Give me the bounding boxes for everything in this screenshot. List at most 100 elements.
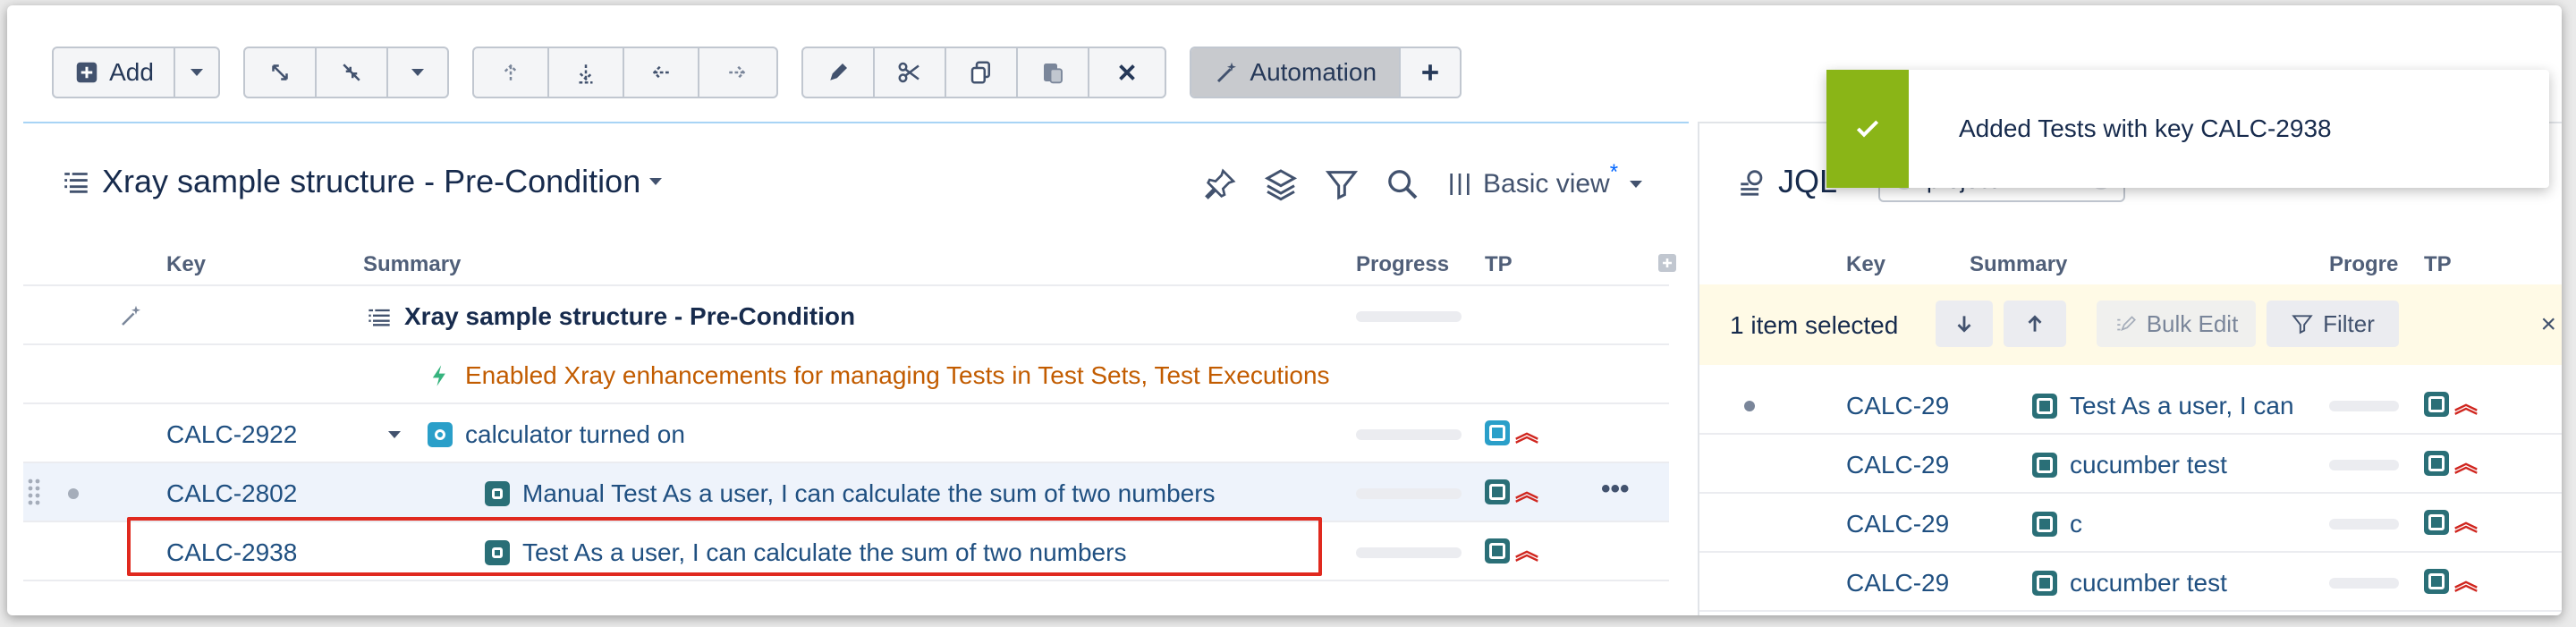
page-title: Xray sample structure - Pre-Condition [102, 163, 641, 199]
precondition-icon [1485, 420, 1510, 445]
list-item[interactable]: CALC-29 c ︽ [1699, 494, 2562, 553]
search-icon[interactable] [1385, 166, 1420, 202]
column-header-progress[interactable]: Progress [1356, 252, 1449, 277]
add-automation-button[interactable] [1401, 48, 1460, 97]
view-name: Basic view * [1483, 160, 1618, 199]
structure-title-dropdown[interactable]: Xray sample structure - Pre-Condition [61, 163, 663, 200]
test-icon [2424, 510, 2449, 535]
lightning-icon [432, 365, 445, 386]
magic-wand-icon [122, 305, 140, 326]
issue-summary-link[interactable]: Test As a user, I can [2070, 392, 2294, 420]
delete-button[interactable] [1089, 48, 1165, 97]
selection-bar: 1 item selected Bulk Edit Filter × [1699, 284, 2562, 365]
priority-highest-icon: ︽ [2454, 450, 2479, 477]
issue-key-link[interactable]: CALC-2922 [166, 420, 297, 449]
move-group [472, 47, 778, 98]
chevron-down-icon[interactable] [388, 431, 401, 438]
precondition-icon [428, 422, 453, 447]
table-row[interactable]: Xray sample structure - Pre-Condition [23, 286, 1669, 345]
plus-icon [1422, 64, 1438, 80]
test-icon [2424, 451, 2449, 476]
bulk-edit-button[interactable]: Bulk Edit [2097, 301, 2256, 347]
selection-count: 1 item selected [1730, 311, 1899, 339]
column-header-tp[interactable]: TP [2424, 252, 2452, 277]
issue-summary-link[interactable]: cucumber test [2070, 569, 2227, 597]
priority-highest-icon: ︽ [2454, 568, 2479, 595]
structure-icon [369, 309, 390, 326]
issue-summary-link[interactable]: calculator turned on [465, 420, 685, 449]
chevron-down-icon [191, 69, 203, 76]
column-header-tp[interactable]: TP [1485, 252, 1513, 277]
view-modified-marker: * [1609, 160, 1619, 184]
bulk-edit-icon [2116, 316, 2136, 332]
row-summary: cucumber test [2032, 451, 2227, 479]
table-row[interactable]: CALC-2922 calculator turned on ︽ [23, 404, 1669, 463]
move-left-button[interactable] [624, 48, 699, 97]
table-row[interactable]: CALC-2802 Manual Test As a user, I can c… [23, 463, 1669, 522]
row-summary: Xray sample structure - Pre-Condition [367, 302, 855, 331]
move-down-button[interactable] [1936, 301, 1993, 347]
issue-key-link[interactable]: CALC-29 [1846, 510, 1949, 538]
column-header-key[interactable]: Key [166, 252, 206, 277]
test-priority: ︽ [1485, 420, 1538, 445]
arrow-left-icon [652, 65, 669, 80]
priority-highest-icon: ︽ [2454, 509, 2479, 536]
priority-highest-icon: ︽ [1515, 419, 1539, 446]
edit-button[interactable] [803, 48, 875, 97]
column-header-progress[interactable]: Progre [2329, 252, 2415, 277]
issue-key-link[interactable]: CALC-29 [1846, 392, 1949, 420]
cut-button[interactable] [875, 48, 946, 97]
test-priority: ︽ [2424, 392, 2478, 417]
row-summary-text: Enabled Xray enhancements for managing T… [465, 361, 1330, 389]
expand-button[interactable] [245, 48, 317, 97]
add-button[interactable]: Add [54, 48, 175, 97]
filter-label: Filter [2323, 309, 2375, 337]
move-down-button[interactable] [549, 48, 624, 97]
row-bullet-icon [68, 488, 79, 499]
drag-handle-icon[interactable] [27, 478, 41, 508]
progress-bar [2329, 460, 2399, 470]
issue-summary-link[interactable]: Manual Test As a user, I can calculate t… [522, 479, 1216, 508]
bulk-edit-label: Bulk Edit [2146, 309, 2239, 337]
table-row[interactable]: Enabled Xray enhancements for managing T… [23, 345, 1669, 404]
add-column-icon[interactable] [1657, 252, 1678, 274]
issue-summary-link[interactable]: c [2070, 510, 2082, 538]
row-summary: Manual Test As a user, I can calculate t… [485, 479, 1216, 508]
automation-button-label: Automation [1250, 58, 1377, 86]
scissors-icon [898, 62, 919, 83]
add-dropdown-button[interactable] [175, 48, 218, 97]
issue-key-link[interactable]: CALC-29 [1846, 569, 1949, 597]
automation-button[interactable]: Automation [1191, 48, 1402, 97]
column-header-summary[interactable]: Summary [1970, 252, 2067, 277]
pin-icon[interactable] [1202, 166, 1238, 202]
issue-key-link[interactable]: CALC-2802 [166, 479, 297, 508]
close-icon[interactable]: × [2540, 309, 2556, 340]
paste-button[interactable] [1018, 48, 1089, 97]
expand-collapse-group [243, 47, 449, 98]
progress-bar [2329, 401, 2399, 411]
filter-icon[interactable] [1324, 166, 1360, 202]
priority-highest-icon: ︽ [1515, 479, 1539, 505]
copy-button[interactable] [946, 48, 1018, 97]
issue-summary-link[interactable]: cucumber test [2070, 451, 2227, 479]
issue-key-link[interactable]: CALC-29 [1846, 451, 1949, 479]
move-up-button[interactable] [2004, 301, 2066, 347]
list-item[interactable]: CALC-29 cucumber test ︽ [1699, 435, 2562, 494]
arrow-down-icon [579, 64, 593, 84]
test-icon [2032, 512, 2057, 537]
test-icon [2424, 392, 2449, 417]
layers-icon[interactable] [1263, 166, 1299, 202]
test-priority: ︽ [1485, 479, 1538, 504]
filter-button[interactable]: Filter [2267, 301, 2399, 347]
move-up-button[interactable] [474, 48, 549, 97]
move-right-button[interactable] [699, 48, 775, 97]
column-header-key[interactable]: Key [1846, 252, 1885, 277]
list-item[interactable]: CALC-29 Test As a user, I can ︽ [1699, 376, 2562, 435]
collapse-button[interactable] [317, 48, 388, 97]
chevron-down-icon [1629, 181, 1642, 188]
list-item[interactable]: CALC-29 cucumber test ︽ [1699, 553, 2562, 612]
more-actions-icon[interactable]: ••• [1601, 474, 1630, 504]
view-selector[interactable]: Basic view * [1445, 160, 1642, 199]
expand-dropdown-button[interactable] [388, 48, 447, 97]
column-header-summary[interactable]: Summary [363, 252, 461, 277]
